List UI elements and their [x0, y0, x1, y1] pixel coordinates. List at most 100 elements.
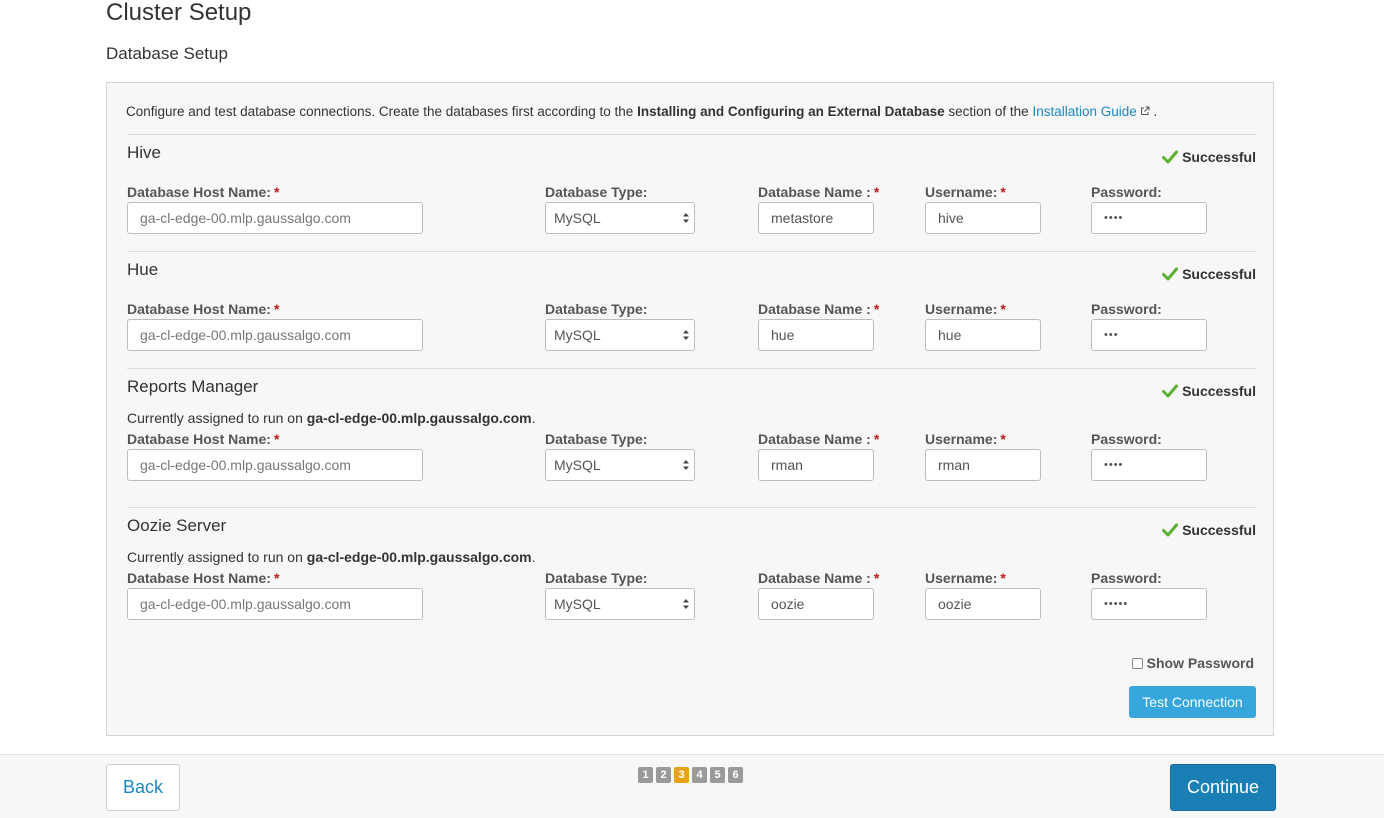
db-type-value: MySQL: [554, 327, 601, 343]
type-label: Database Type:: [545, 431, 647, 447]
intro-middle: section of the: [944, 104, 1033, 119]
step-2: 2: [656, 767, 671, 783]
db-name-input[interactable]: metastore: [758, 202, 874, 234]
password-input[interactable]: •••: [1091, 319, 1207, 351]
username-label: Username: *: [925, 184, 1006, 200]
password-label: Password:: [1091, 570, 1162, 586]
type-label: Database Type:: [545, 184, 647, 200]
status-text: Successful: [1182, 149, 1256, 165]
status-badge: Successful: [1162, 383, 1256, 399]
host-label-text: Database Host Name:: [127, 184, 271, 200]
check-icon: [1162, 384, 1179, 398]
db-name-input[interactable]: oozie: [758, 588, 874, 620]
status-badge: Successful: [1162, 149, 1256, 165]
username-label: Username: *: [925, 570, 1006, 586]
check-icon: [1162, 523, 1179, 537]
username-input[interactable]: rman: [925, 449, 1041, 481]
show-password-checkbox[interactable]: [1131, 657, 1143, 669]
step-6: 6: [728, 767, 743, 783]
select-arrows-icon: [683, 599, 689, 609]
select-arrows-icon: [683, 330, 689, 340]
type-label: Database Type:: [545, 301, 647, 317]
host-label-text: Database Host Name:: [127, 570, 271, 586]
status-badge: Successful: [1162, 266, 1256, 282]
intro-bold: Installing and Configuring an External D…: [637, 104, 945, 119]
password-label-text: Password:: [1091, 431, 1162, 447]
back-button[interactable]: Back: [106, 764, 180, 811]
required-marker: *: [273, 431, 280, 447]
check-icon: [1162, 267, 1179, 281]
database-setup-panel: Configure and test database connections.…: [106, 82, 1274, 736]
db-type-select[interactable]: MySQL: [545, 449, 695, 481]
status-badge: Successful: [1162, 522, 1256, 538]
required-marker: *: [273, 184, 280, 200]
continue-button[interactable]: Continue: [1170, 764, 1276, 811]
db-host-input[interactable]: ga-cl-edge-00.mlp.gaussalgo.com: [127, 319, 423, 351]
db-type-select[interactable]: MySQL: [545, 319, 695, 351]
db-type-select[interactable]: MySQL: [545, 202, 695, 234]
db-host-input[interactable]: ga-cl-edge-00.mlp.gaussalgo.com: [127, 202, 423, 234]
service-block: Reports Manager Successful Currently assi…: [127, 368, 1256, 508]
db-type-value: MySQL: [554, 596, 601, 612]
db-host-input[interactable]: ga-cl-edge-00.mlp.gaussalgo.com: [127, 588, 423, 620]
username-input[interactable]: hive: [925, 202, 1041, 234]
select-arrows-icon: [683, 213, 689, 223]
username-label-text: Username:: [925, 301, 998, 317]
db-name-input[interactable]: hue: [758, 319, 874, 351]
username-input[interactable]: oozie: [925, 588, 1041, 620]
host-label-text: Database Host Name:: [127, 431, 271, 447]
host-label: Database Host Name: *: [127, 570, 279, 586]
show-password-toggle[interactable]: Show Password: [1131, 655, 1254, 671]
required-marker: *: [873, 570, 880, 586]
db-name-input[interactable]: rman: [758, 449, 874, 481]
service-name: Hive: [127, 143, 162, 162]
required-marker: *: [1000, 301, 1006, 317]
password-input[interactable]: •••••: [1091, 588, 1207, 620]
dbname-label: Database Name : *: [758, 570, 879, 586]
external-link-icon: [1140, 106, 1150, 115]
required-marker: *: [1000, 184, 1006, 200]
required-marker: *: [873, 184, 880, 200]
installation-guide-link[interactable]: Installation Guide: [1032, 104, 1136, 119]
dbname-label: Database Name : *: [758, 431, 879, 447]
dbname-label-text: Database Name :: [758, 184, 871, 200]
password-input[interactable]: ••••: [1091, 449, 1207, 481]
password-label-text: Password:: [1091, 301, 1162, 317]
service-name: Reports Manager: [127, 377, 259, 396]
db-type-select[interactable]: MySQL: [545, 588, 695, 620]
required-marker: *: [873, 431, 880, 447]
password-label: Password:: [1091, 431, 1162, 447]
step-5: 5: [710, 767, 725, 783]
assigned-host: ga-cl-edge-00.mlp.gaussalgo.com: [306, 549, 532, 565]
assigned-host-text: Currently assigned to run on ga-cl-edge-…: [127, 410, 536, 426]
required-marker: *: [1000, 570, 1006, 586]
step-indicator: 123456: [638, 767, 743, 783]
service-block: Oozie Server Successful Currently assigne…: [127, 507, 1256, 647]
password-label: Password:: [1091, 184, 1162, 200]
service-block: Hive Successful Database Host Name: * Datab…: [127, 134, 1256, 252]
test-connection-button[interactable]: Test Connection: [1129, 686, 1256, 718]
assigned-host: ga-cl-edge-00.mlp.gaussalgo.com: [306, 410, 532, 426]
username-input[interactable]: hue: [925, 319, 1041, 351]
dbname-label-text: Database Name :: [758, 301, 871, 317]
type-label-text: Database Type:: [545, 301, 648, 317]
intro-suffix: .: [1149, 104, 1158, 119]
status-text: Successful: [1182, 383, 1256, 399]
service-block: Hue Successful Database Host Name: * Databa…: [127, 251, 1256, 369]
host-label: Database Host Name: *: [127, 184, 279, 200]
required-marker: *: [273, 570, 280, 586]
required-marker: *: [873, 301, 880, 317]
show-password-label: Show Password: [1146, 655, 1254, 671]
check-icon: [1162, 150, 1179, 164]
host-label: Database Host Name: *: [127, 301, 279, 317]
db-host-input[interactable]: ga-cl-edge-00.mlp.gaussalgo.com: [127, 449, 423, 481]
required-marker: *: [273, 301, 280, 317]
dbname-label: Database Name : *: [758, 301, 879, 317]
section-title: Database Setup: [106, 44, 228, 63]
wizard-footer: Back 123456 Continue: [0, 754, 1384, 818]
dbname-label-text: Database Name :: [758, 570, 871, 586]
type-label-text: Database Type:: [545, 570, 648, 586]
password-input[interactable]: ••••: [1091, 202, 1207, 234]
select-arrows-icon: [683, 460, 689, 470]
username-label-text: Username:: [925, 570, 998, 586]
